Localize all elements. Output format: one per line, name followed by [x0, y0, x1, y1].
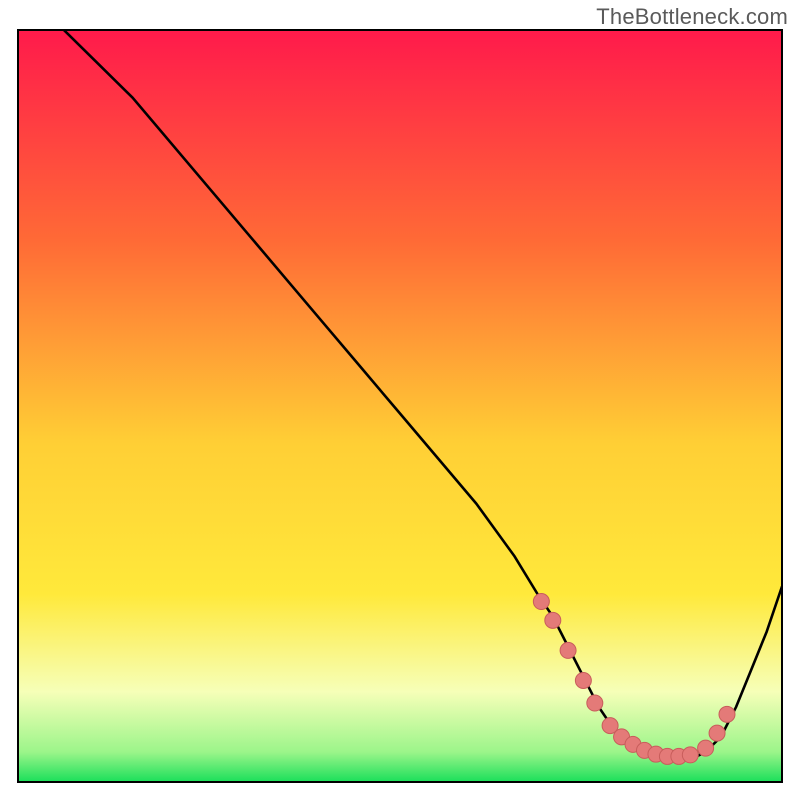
- curve-marker: [545, 612, 561, 628]
- plot-background: [18, 30, 782, 782]
- chart-frame: TheBottleneck.com: [0, 0, 800, 800]
- curve-marker: [533, 594, 549, 610]
- attribution-label: TheBottleneck.com: [596, 4, 788, 30]
- bottleneck-chart: [0, 0, 800, 800]
- curve-marker: [709, 725, 725, 741]
- curve-marker: [719, 706, 735, 722]
- curve-marker: [575, 672, 591, 688]
- curve-marker: [698, 740, 714, 756]
- curve-marker: [587, 695, 603, 711]
- curve-marker: [560, 642, 576, 658]
- curve-marker: [682, 747, 698, 763]
